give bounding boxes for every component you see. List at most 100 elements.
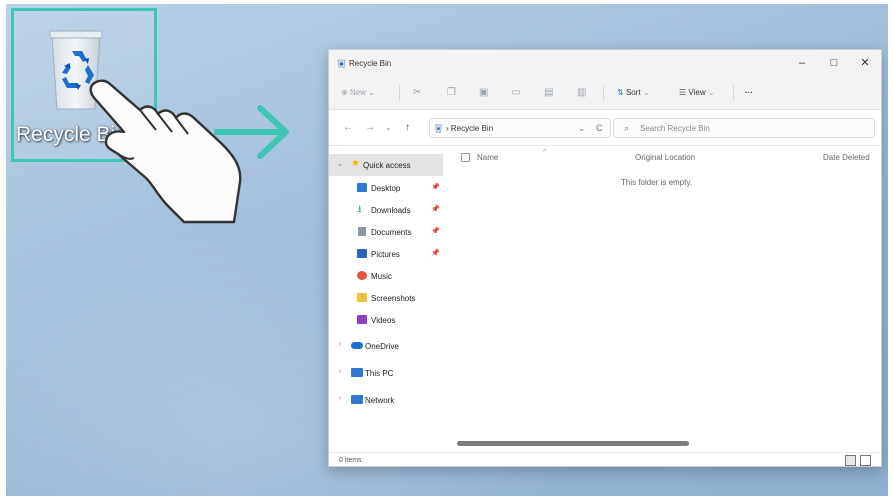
refresh-icon[interactable]: C [596,123,603,133]
paste-icon[interactable]: ▣ [479,86,488,100]
forward-arrow-icon[interactable]: → [365,122,375,133]
sidebar-item-videos[interactable]: Videos [329,309,443,331]
chevron-down-icon: ⌄ [368,88,375,97]
address-path-label: Recycle Bin [450,124,494,133]
sidebar-item-label: Pictures [371,250,400,259]
recycle-bin-small-icon [435,124,442,133]
search-icon: ⌕ [624,123,630,133]
chevron-right-icon: › [339,341,342,348]
sidebar-item-quick-access[interactable]: ⌄ ★ Quick access [329,154,443,176]
share-icon[interactable]: ▤ [544,86,553,100]
sort-button[interactable]: ⇅ Sort ⌄ [617,86,650,100]
sidebar-item-music[interactable]: Music [329,265,443,287]
chevron-down-icon: ⌄ [337,161,343,168]
pictures-icon [357,249,367,258]
maximize-button[interactable]: □ [820,55,848,71]
view-button[interactable]: ☰ View ⌄ [679,86,715,100]
navigation-pane: ⌄ ★ Quick access Desktop 📌 ⭳ Downloads 📌… [329,146,443,452]
window-title: Recycle Bin [349,59,392,68]
sidebar-item-label: Videos [371,316,396,325]
search-input[interactable]: ⌕ Search Recycle Bin [613,118,875,138]
recent-locations-icon[interactable]: ⌄ [385,123,392,132]
breadcrumb-chevron-icon: › [446,124,449,133]
close-button[interactable]: ✕ [851,55,879,71]
back-arrow-icon[interactable]: ← [343,122,353,133]
sidebar-item-network[interactable]: › Network [329,389,443,411]
address-dropdown-icon[interactable]: ⌄ [578,123,586,134]
sidebar-item-label: Desktop [371,184,401,193]
sidebar-item-documents[interactable]: Documents 📌 [329,221,443,243]
column-header-date-deleted[interactable]: Date Deleted [823,153,870,162]
pin-icon: 📌 [431,250,440,257]
sort-ascending-icon: ^ [543,149,547,156]
toolbar-divider [603,85,604,101]
title-bar: Recycle Bin – □ ✕ [329,50,881,76]
pin-icon: 📌 [431,228,440,235]
sidebar-item-desktop[interactable]: Desktop 📌 [329,177,443,199]
new-button-label: New [349,88,366,97]
sidebar-item-pictures[interactable]: Pictures 📌 [329,243,443,265]
chevron-right-icon: › [339,368,342,375]
folder-icon [357,293,367,302]
tiles-view-icon[interactable] [860,455,871,466]
command-bar: ⊕ New ⌄ ✂ ❐ ▣ ▭ ▤ ▥ ⇅ Sort ⌄ ☰ View ⌄ ··… [329,76,881,110]
cut-icon[interactable]: ✂ [413,86,421,100]
desktop-background: Recycle Bin Recycle Bin – □ ✕ ⊕ New ⌄ ✂ … [6,4,888,496]
sidebar-item-onedrive[interactable]: › OneDrive [329,335,443,357]
sidebar-item-label: OneDrive [365,342,399,351]
network-icon [351,395,363,404]
empty-folder-message: This folder is empty. [621,178,692,187]
copy-icon[interactable]: ❐ [447,86,456,100]
item-count: 0 items [339,457,362,464]
sidebar-item-label: Music [371,272,392,281]
address-bar[interactable]: › Recycle Bin ⌄ C [429,118,611,138]
status-bar: 0 items [329,452,881,468]
search-placeholder: Search Recycle Bin [640,124,710,133]
chevron-right-icon: › [339,395,342,402]
sidebar-item-screenshots[interactable]: Screenshots [329,287,443,309]
music-icon [357,271,367,280]
sidebar-item-label: Network [365,396,395,405]
view-button-label: View [688,88,706,97]
sidebar-item-this-pc[interactable]: › This PC [329,362,443,384]
minimize-button[interactable]: – [788,55,816,71]
details-view-icon[interactable] [845,455,856,466]
see-more-button[interactable]: ··· [745,86,753,100]
address-path: › Recycle Bin [446,124,493,133]
up-arrow-icon[interactable]: ↑ [405,122,410,133]
chevron-down-icon: ⌄ [707,88,715,97]
sidebar-item-label: This PC [365,369,394,378]
horizontal-scrollbar[interactable] [457,441,689,446]
pin-icon: 📌 [431,184,440,191]
address-row: ← → ⌄ ↑ › Recycle Bin ⌄ C ⌕ Search Recyc… [329,110,881,146]
column-header-original-location[interactable]: Original Location [635,153,695,162]
desktop-folder-icon [357,183,367,192]
toolbar-divider [733,85,734,101]
plus-circle-icon: ⊕ [341,88,348,97]
documents-icon [358,227,366,236]
file-list: Name ^ Original Location Date Deleted Th… [443,146,881,452]
select-all-checkbox[interactable] [461,153,470,162]
sidebar-item-downloads[interactable]: ⭳ Downloads 📌 [329,199,443,221]
file-explorer-window: Recycle Bin – □ ✕ ⊕ New ⌄ ✂ ❐ ▣ ▭ ▤ ▥ ⇅ … [328,49,882,467]
pointing-hand-icon [89,79,242,224]
download-icon: ⭳ [358,204,362,215]
pin-icon: 📌 [431,206,440,213]
rename-icon[interactable]: ▭ [511,86,520,100]
sidebar-item-label: Screenshots [371,294,416,303]
column-header-name[interactable]: Name [477,153,498,162]
sort-button-label: Sort [625,88,641,97]
sort-icon: ⇅ [617,88,624,97]
new-button[interactable]: ⊕ New ⌄ [341,86,375,100]
star-icon: ★ [351,158,360,169]
delete-icon[interactable]: ▥ [577,86,586,100]
computer-icon [351,368,363,377]
videos-icon [357,315,367,324]
sidebar-item-label: Downloads [371,206,411,215]
view-icon: ☰ [679,88,687,97]
sidebar-item-label: Quick access [363,161,411,170]
recycle-bin-small-icon [337,59,346,68]
cloud-icon [351,342,363,349]
toolbar-divider [399,85,400,101]
chevron-down-icon: ⌄ [642,88,650,97]
